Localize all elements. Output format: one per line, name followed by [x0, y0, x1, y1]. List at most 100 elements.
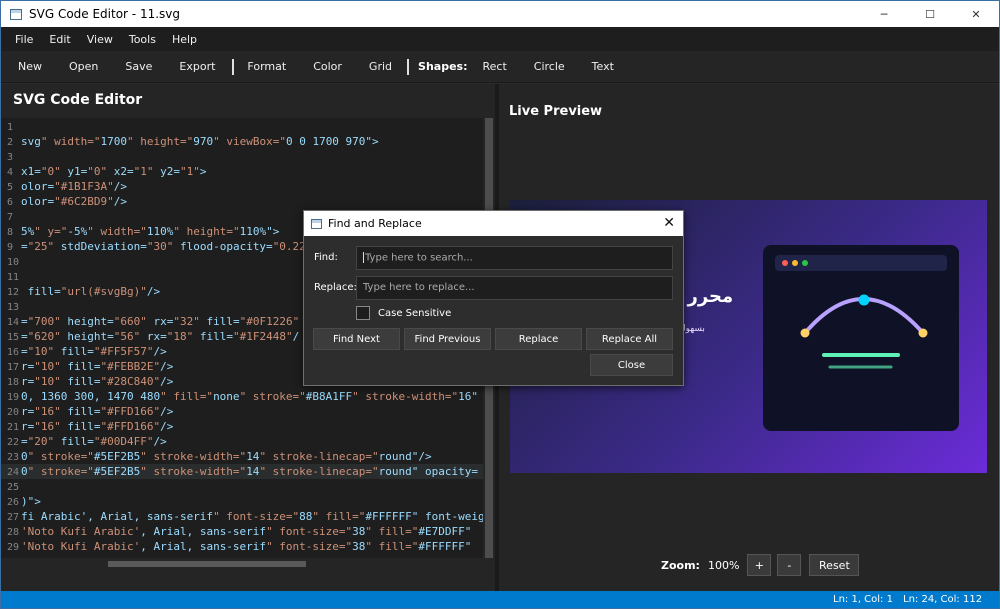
dialog-title-bar: Find and Replace ✕: [304, 211, 683, 236]
code-text: olor="#1B1F3A"/>: [21, 180, 127, 193]
zoom-in-button[interactable]: +: [747, 554, 772, 576]
code-text: ="10" fill="#FF5F57"/>: [21, 345, 167, 358]
line-number: 6: [7, 197, 14, 208]
code-text: 5%" y="-5%" width="110%" height="110%">: [21, 225, 280, 238]
code-text: r="10" fill="#28C840"/>: [21, 375, 174, 388]
line-number: 17: [7, 362, 20, 373]
line-number: 14: [7, 317, 20, 328]
code-text: r="16" fill="#FFD166"/>: [21, 405, 174, 418]
code-line: 24 0" stroke="#5EF2B5" stroke-width="14" …: [1, 464, 483, 479]
code-text: x1="0" y1="0" x2="1" y2="1">: [21, 165, 207, 178]
code-text: )">: [21, 495, 41, 508]
replace-button[interactable]: Replace: [495, 328, 582, 350]
zoom-controls: Zoom: 100% + - Reset: [661, 554, 865, 576]
line-number: 13: [7, 302, 20, 313]
code-line: 3: [1, 149, 483, 164]
find-next-button[interactable]: Find Next: [313, 328, 400, 350]
circle-button[interactable]: Circle: [516, 51, 574, 83]
open-button[interactable]: Open: [51, 51, 107, 83]
line-number: 10: [7, 257, 20, 268]
code-line: 21 r="16" fill="#FFD166"/>: [1, 419, 483, 434]
grid-button[interactable]: Grid: [351, 51, 401, 83]
line-number: 29: [7, 542, 20, 553]
line-number: 15: [7, 332, 20, 343]
menu-file[interactable]: File: [7, 33, 41, 46]
new-button[interactable]: New: [9, 51, 51, 83]
gauge-graphic: [800, 294, 928, 369]
replace-all-button[interactable]: Replace All: [586, 328, 673, 350]
menu-bar: File Edit View Tools Help: [1, 27, 999, 51]
line-number: 23: [7, 452, 20, 463]
line-number: 20: [7, 407, 20, 418]
line-number: 11: [7, 272, 20, 283]
code-text: ="20" fill="#00D4FF"/>: [21, 435, 167, 448]
zoom-out-button[interactable]: -: [777, 554, 802, 576]
line-number: 7: [7, 212, 14, 223]
code-text: fi Arabic', Arial, sans-serif" font-size…: [21, 510, 483, 523]
window-controls: ─ ☐ ✕: [861, 1, 999, 27]
replace-input[interactable]: Type here to replace...: [356, 276, 673, 300]
find-label: Find:: [314, 252, 338, 263]
code-line: 26)">: [1, 494, 483, 509]
export-button[interactable]: Export: [161, 51, 224, 83]
text-button[interactable]: Text: [574, 51, 623, 83]
status-bar: Ln: 1, Col: 1 Ln: 24, Col: 112: [1, 591, 999, 608]
line-number: 24: [7, 467, 20, 478]
code-line: 4 x1="0" y1="0" x2="1" y2="1">: [1, 164, 483, 179]
code-text: ="25" stdDeviation="30" flood-opacity="0…: [21, 240, 313, 253]
line-number: 28: [7, 527, 20, 538]
menu-view[interactable]: View: [79, 33, 121, 46]
horizontal-scroll-thumb[interactable]: [108, 561, 306, 567]
line-number: 16: [7, 347, 20, 358]
preview-title: Live Preview: [509, 104, 603, 119]
gauge-handle-left: [800, 328, 810, 338]
dialog-close-icon[interactable]: ✕: [663, 215, 675, 231]
code-text: 'Noto Kufi Arabic', Arial, sans-serif" f…: [21, 540, 472, 553]
find-replace-dialog: Find and Replace ✕ Find: Type here to se…: [303, 210, 684, 386]
menu-edit[interactable]: Edit: [41, 33, 78, 46]
zoom-reset-button[interactable]: Reset: [809, 554, 860, 576]
code-line: 29 'Noto Kufi Arabic', Arial, sans-serif"…: [1, 539, 483, 554]
code-text: 0, 1360 300, 1470 480" fill="none" strok…: [21, 390, 478, 403]
gauge-handle-right: [918, 328, 928, 338]
toolbar-separator: [232, 58, 235, 75]
preview-window-card: [763, 245, 959, 431]
code-line: 25: [1, 479, 483, 494]
shapes-label: Shapes:: [418, 60, 468, 73]
code-text: ="620" height="56" rx="18" fill="#1F2448…: [21, 330, 300, 343]
case-sensitive-label: Case Sensitive: [378, 308, 452, 319]
save-button[interactable]: Save: [107, 51, 161, 83]
rect-button[interactable]: Rect: [472, 51, 515, 83]
code-line: 1: [1, 119, 483, 134]
app-icon: [10, 8, 22, 20]
dialog-app-icon: [311, 218, 322, 229]
code-text: 0" stroke="#5EF2B5" stroke-width="14" st…: [21, 465, 478, 478]
horizontal-scrollbar[interactable]: [1, 558, 483, 570]
format-button[interactable]: Format: [241, 51, 295, 83]
zoom-label: Zoom:: [661, 558, 700, 572]
menu-help[interactable]: Help: [164, 33, 205, 46]
line-number: 25: [7, 482, 20, 493]
code-line: 20 r="16" fill="#FFD166"/>: [1, 404, 483, 419]
find-input[interactable]: Type here to search...: [356, 246, 673, 270]
menu-tools[interactable]: Tools: [121, 33, 164, 46]
code-text: r="16" fill="#FFD166"/>: [21, 420, 174, 433]
line-number: 3: [7, 152, 14, 163]
find-previous-button[interactable]: Find Previous: [404, 328, 491, 350]
code-text: 'Noto Kufi Arabic', Arial, sans-serif" f…: [21, 525, 472, 538]
case-sensitive-checkbox[interactable]: [356, 306, 370, 320]
dialog-close-button[interactable]: Close: [590, 354, 673, 376]
toolbar: New Open Save Export Format Color Grid S…: [1, 51, 999, 83]
line-number: 18: [7, 377, 20, 388]
code-text: olor="#6C2BD9"/>: [21, 195, 127, 208]
maximize-button[interactable]: ☐: [907, 1, 953, 27]
color-button[interactable]: Color: [295, 51, 351, 83]
line-number: 19: [7, 392, 20, 403]
line-number: 5: [7, 182, 14, 193]
code-text: ="700" height="660" rx="32" fill="#0F122…: [21, 315, 300, 328]
line-number: 1: [7, 122, 14, 133]
replace-placeholder: Type here to replace...: [363, 282, 475, 293]
close-window-button[interactable]: ✕: [953, 1, 999, 27]
minimize-button[interactable]: ─: [861, 1, 907, 27]
code-text: svg" width="1700" height="970" viewBox="…: [21, 135, 379, 148]
